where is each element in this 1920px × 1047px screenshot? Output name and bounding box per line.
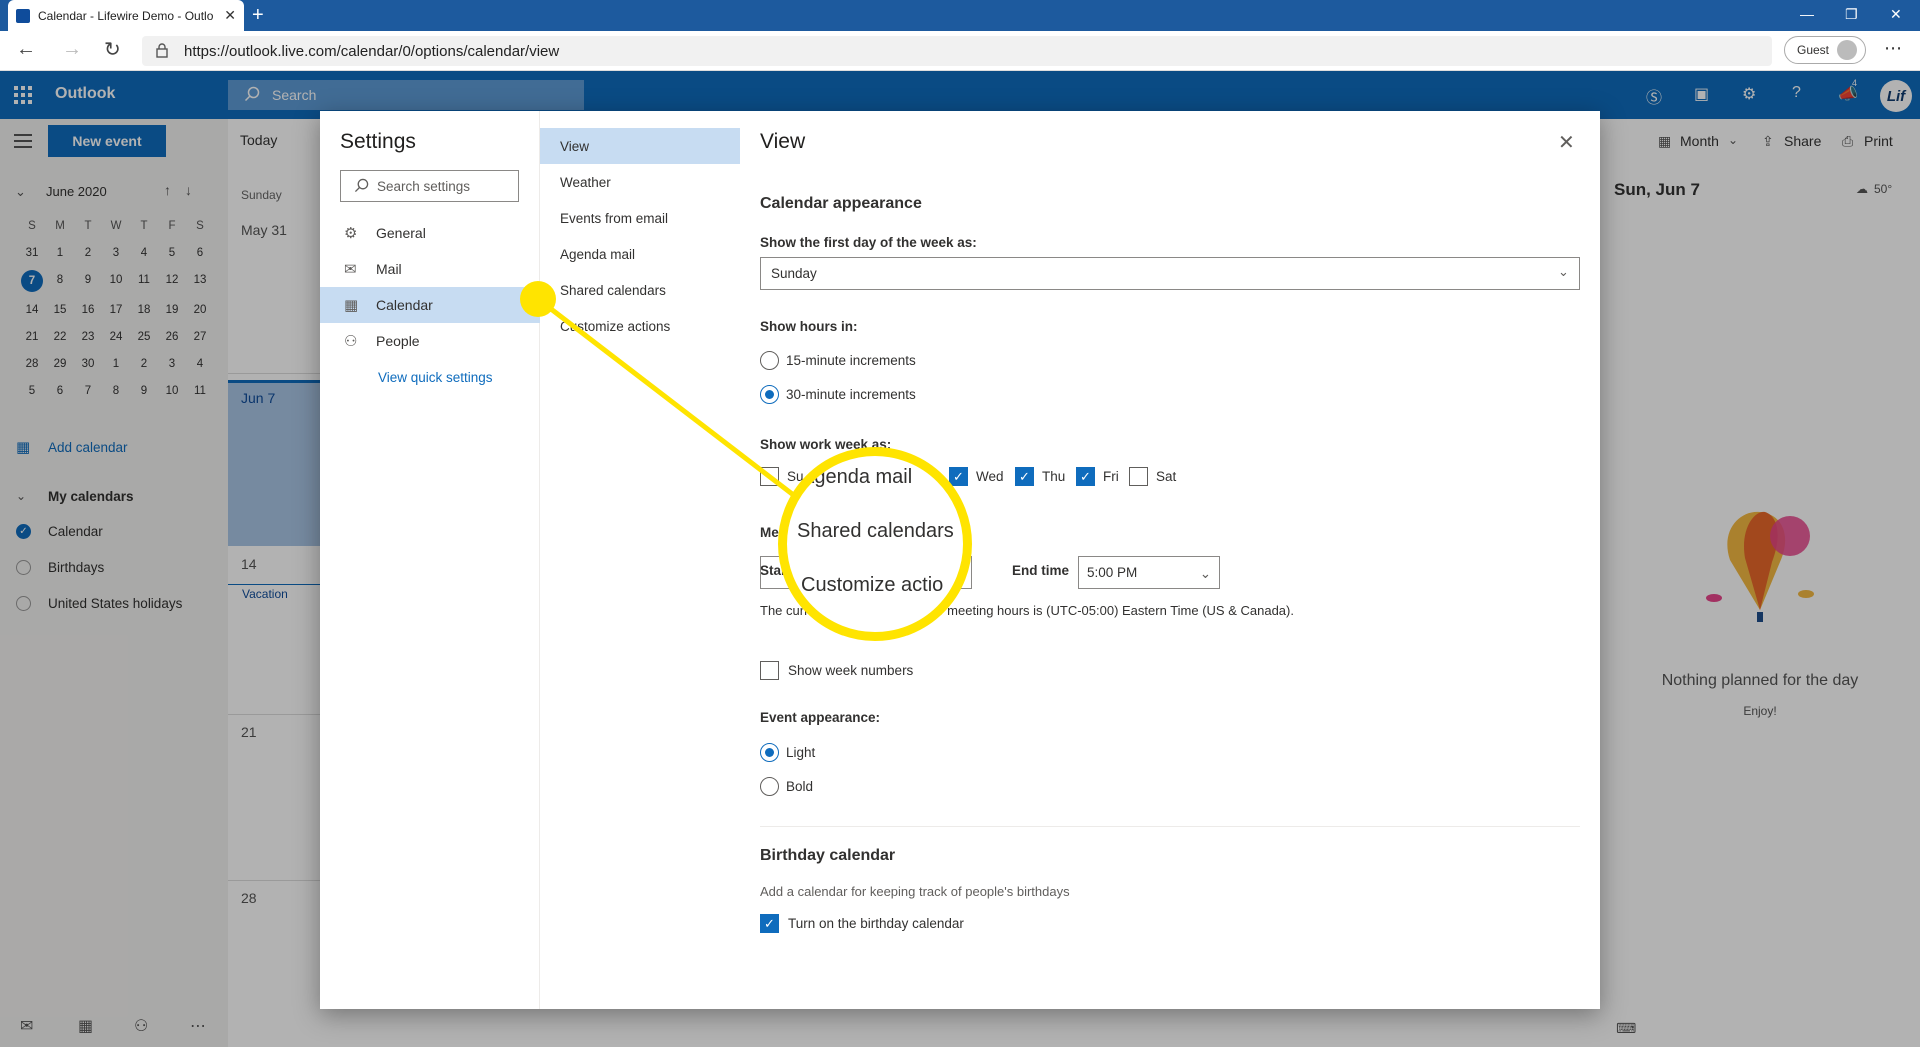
chevron-down-icon: ⌄ xyxy=(1199,566,1211,581)
minimize-icon[interactable]: — xyxy=(1800,6,1814,22)
guest-profile-button[interactable]: Guest xyxy=(1784,36,1866,64)
magnified-agenda-mail: Agenda mail xyxy=(801,466,913,488)
week-numbers-label: Show week numbers xyxy=(788,663,914,678)
mail-envelope-icon: ✉ xyxy=(344,261,357,278)
event-appearance-label: Event appearance: xyxy=(760,710,881,725)
view-quick-settings-link[interactable]: View quick settings xyxy=(378,370,493,385)
category-general[interactable]: General xyxy=(376,225,426,241)
guest-label: Guest xyxy=(1797,43,1830,57)
tab-title: Calendar - Lifewire Demo - Outlo xyxy=(38,8,214,23)
end-time-dropdown[interactable]: 5:00 PM ⌄ xyxy=(1078,556,1220,589)
callout-dot xyxy=(520,281,556,317)
birthday-description: Add a calendar for keeping track of peop… xyxy=(760,884,1070,899)
checkbox-thursday[interactable]: ✓ xyxy=(1015,467,1034,486)
checkbox-wednesday-label: Wed xyxy=(976,469,1004,484)
outlook-favicon-icon xyxy=(16,8,30,23)
checkbox-sunday[interactable] xyxy=(760,467,779,486)
back-icon[interactable]: ← xyxy=(16,38,36,61)
settings-category-nav xyxy=(320,111,540,1009)
checkbox-friday[interactable]: ✓ xyxy=(1076,467,1095,486)
checkbox-week-numbers[interactable] xyxy=(760,661,779,680)
chevron-down-icon: ⌄ xyxy=(1558,264,1569,279)
settings-subcategory-nav xyxy=(540,111,740,1009)
browser-menu-icon[interactable]: ⋯ xyxy=(1884,38,1902,59)
timezone-line: ur meeting hours is (UTC-05:00) Eastern … xyxy=(932,603,1294,618)
subcategory-customize-actions[interactable]: Customize actions xyxy=(560,319,670,334)
people-icon: ⚇ xyxy=(344,333,358,350)
subcategory-agenda-mail[interactable]: Agenda mail xyxy=(560,247,635,262)
profile-avatar-icon xyxy=(1837,40,1858,60)
callout-magnifier: Agenda mail Shared calendars Customize a… xyxy=(778,447,972,641)
checkbox-birthday-calendar[interactable]: ✓ xyxy=(760,914,779,933)
close-tab-icon[interactable]: ✕ xyxy=(224,7,236,24)
radio-30-minute[interactable] xyxy=(760,385,779,404)
url-field[interactable]: https://outlook.live.com/calendar/0/opti… xyxy=(142,36,1772,66)
settings-title: Settings xyxy=(340,130,416,153)
lock-icon xyxy=(156,43,168,58)
category-people[interactable]: People xyxy=(376,333,420,349)
first-day-label: Show the first day of the week as: xyxy=(760,235,977,250)
radio-30-minute-label: 30-minute increments xyxy=(786,387,916,402)
category-mail[interactable]: Mail xyxy=(376,261,402,277)
radio-bold[interactable] xyxy=(760,777,779,796)
checkbox-thursday-label: Thu xyxy=(1042,469,1066,484)
subcategory-shared-calendars[interactable]: Shared calendars xyxy=(560,283,666,298)
forward-icon[interactable]: → xyxy=(62,38,82,61)
meeting-hours-label: Me xyxy=(760,525,779,540)
browser-tab-bar xyxy=(0,0,1920,31)
birthday-calendar-heading: Birthday calendar xyxy=(760,847,896,864)
section-divider xyxy=(760,826,1580,827)
radio-light[interactable] xyxy=(760,743,779,762)
checkbox-wednesday[interactable]: ✓ xyxy=(949,467,968,486)
close-window-icon[interactable]: ✕ xyxy=(1890,6,1902,23)
calendar-appearance-heading: Calendar appearance xyxy=(760,195,922,212)
checkbox-saturday[interactable] xyxy=(1129,467,1148,486)
end-time-label: End time xyxy=(1012,563,1070,578)
radio-bold-label: Bold xyxy=(786,779,814,794)
hours-label: Show hours in: xyxy=(760,319,858,334)
subcategory-weather[interactable]: Weather xyxy=(560,175,611,190)
browser-tab[interactable]: Calendar - Lifewire Demo - Outlo ✕ xyxy=(8,0,244,31)
subcategory-view[interactable]: View xyxy=(560,139,589,154)
general-gear-icon: ⚙ xyxy=(344,225,358,242)
radio-15-minute-label: 15-minute increments xyxy=(786,353,916,368)
magnified-customize-actions: Customize actio xyxy=(801,574,944,596)
end-time-value: 5:00 PM xyxy=(1087,565,1138,580)
refresh-icon[interactable]: ↻ xyxy=(104,37,121,62)
subcategory-events-from-email[interactable]: Events from email xyxy=(560,211,668,226)
magnified-shared-calendars: Shared calendars xyxy=(797,520,954,542)
checkbox-saturday-label: Sat xyxy=(1156,469,1177,484)
radio-15-minute[interactable] xyxy=(760,351,779,370)
category-calendar[interactable]: Calendar xyxy=(376,297,433,313)
search-settings-icon xyxy=(354,178,369,193)
birthday-calendar-label: Turn on the birthday calendar xyxy=(788,916,964,931)
new-tab-icon[interactable]: + xyxy=(252,4,264,27)
close-icon[interactable]: ✕ xyxy=(1558,130,1575,155)
first-day-dropdown[interactable]: Sunday xyxy=(760,257,1580,290)
restore-icon[interactable]: ❐ xyxy=(1845,6,1858,23)
checkbox-friday-label: Fri xyxy=(1103,469,1119,484)
calendar-grid-icon: ▦ xyxy=(344,297,359,314)
view-title: View xyxy=(760,130,806,153)
radio-light-label: Light xyxy=(786,745,816,760)
